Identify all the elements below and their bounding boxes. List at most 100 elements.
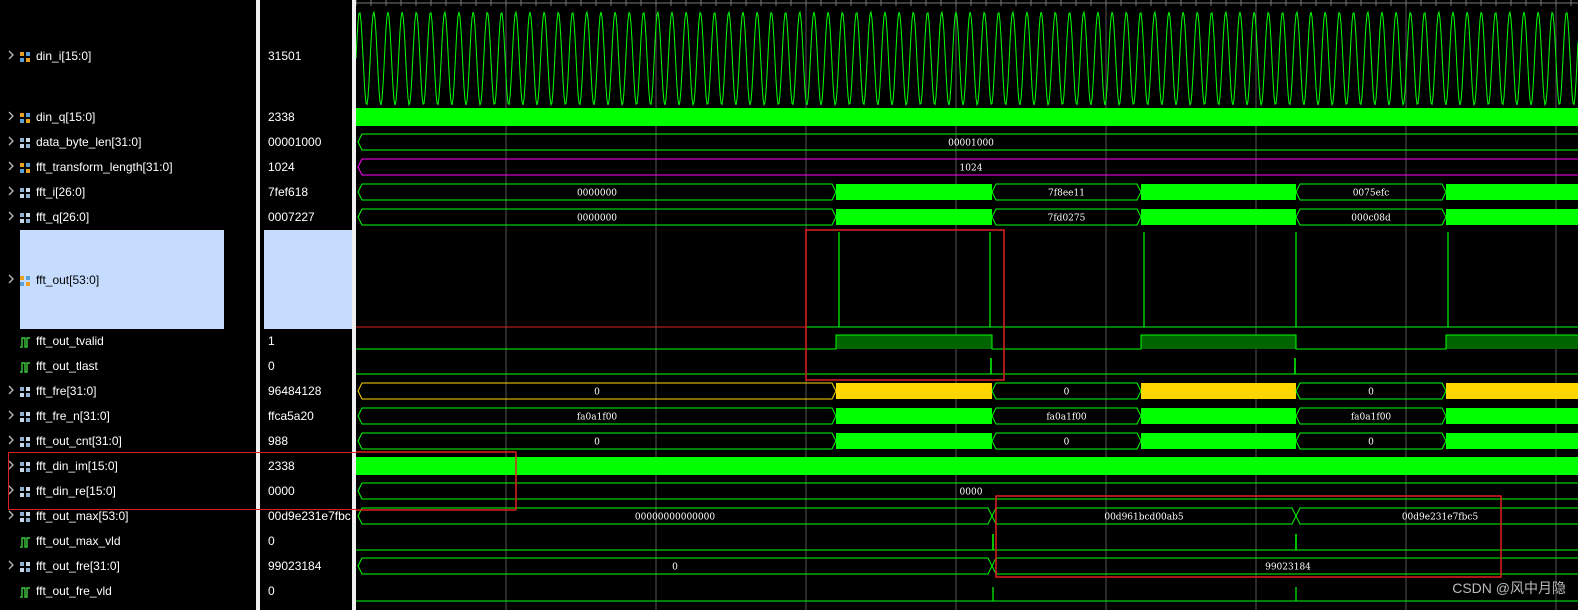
signal-value: 2338 (268, 459, 295, 473)
signal-name: fft_out_tvalid (36, 334, 104, 348)
bus-icon (20, 211, 31, 223)
chevron-right-icon[interactable] (8, 211, 14, 221)
chevron-right-icon[interactable] (8, 274, 14, 284)
analog-bus-icon (20, 274, 31, 286)
bus-fill-segment (356, 457, 1578, 475)
signal-row[interactable]: fft_out_cnt[31:0] (0, 429, 256, 453)
bus-icon (20, 510, 31, 522)
bus-value-label: 0 (594, 388, 600, 398)
signal-row[interactable]: fft_out_max[53:0] (0, 504, 256, 528)
signal-name: fft_out_max_vld (36, 534, 121, 548)
chevron-right-icon[interactable] (8, 186, 14, 196)
signal-row[interactable]: fft_fre_n[31:0] (0, 404, 256, 428)
signal-value: 0007227 (268, 210, 315, 224)
chevron-right-icon[interactable] (8, 510, 14, 520)
high-level-fill (836, 335, 992, 349)
signal-name: fft_out_tlast (36, 359, 98, 373)
bus-fill-segment (356, 108, 1578, 126)
selected-value-highlight (264, 230, 352, 329)
signal-row[interactable]: fft_transform_length[31:0] (0, 155, 256, 179)
bus-value-label: 00000000000000 (635, 513, 715, 523)
signal-value: 1 (268, 334, 275, 348)
bus-fill-segment (1446, 408, 1578, 424)
signal-value: 31501 (268, 49, 302, 63)
signal-value: 00001000 (268, 135, 322, 149)
signal-value: 96484128 (268, 384, 322, 398)
bus-fill-segment (1446, 184, 1578, 200)
bus-fill-segment (1141, 184, 1296, 200)
bus-icon (20, 186, 31, 198)
signal-row[interactable]: fft_out_fre[31:0] (0, 554, 256, 578)
signal-row[interactable]: fft_q[26:0] (0, 205, 256, 229)
chevron-right-icon[interactable] (8, 50, 14, 60)
chevron-right-icon[interactable] (8, 136, 14, 146)
signal-value: ffca5a20 (268, 409, 314, 423)
signal-row[interactable]: fft_out_tlast (0, 354, 256, 378)
signal-row[interactable]: fft_i[26:0] (0, 180, 256, 204)
signal-name: fft_q[26:0] (36, 210, 90, 224)
signal-row[interactable]: fft_din_re[15:0] (0, 479, 256, 503)
bus-value-label: 00d9e231e7fbc5 (1402, 513, 1479, 523)
bus-fill-segment (836, 184, 992, 200)
signal-value: 7fef618 (268, 185, 309, 199)
signal-name: fft_transform_length[31:0] (36, 160, 173, 174)
chevron-right-icon[interactable] (8, 560, 14, 570)
bus-value-label: 0 (1368, 388, 1374, 398)
bus-value-label: 0 (594, 438, 600, 448)
bus-fill-segment (1141, 433, 1296, 449)
signal-value: 00d9e231e7fbc (268, 509, 351, 523)
bus-value-label: 7fd0275 (1048, 214, 1086, 224)
chevron-right-icon[interactable] (8, 410, 14, 420)
bus-value-label: 0075efc (1353, 189, 1390, 199)
bus-fill-segment (1446, 383, 1578, 399)
wire-icon (20, 535, 31, 548)
chevron-right-icon[interactable] (8, 161, 14, 171)
chevron-right-icon[interactable] (8, 485, 14, 495)
signal-value: 988 (268, 434, 289, 448)
analog-bus-icon (20, 111, 31, 123)
signal-value: 1024 (268, 160, 295, 174)
signal-row[interactable]: fft_fre[31:0] (0, 379, 256, 403)
signal-name: din_i[15:0] (36, 49, 92, 63)
signal-row[interactable]: fft_out_tvalid (0, 329, 256, 353)
analog-bus-icon (20, 161, 31, 173)
chevron-right-icon[interactable] (8, 435, 14, 445)
signal-row[interactable]: fft_out[53:0] (0, 268, 256, 292)
bus-icon (20, 485, 31, 497)
waveform-background (356, 0, 1578, 610)
signal-row[interactable]: data_byte_len[31:0] (0, 130, 256, 154)
high-level-fill (1446, 335, 1578, 349)
bus-value-label: 0 (672, 563, 678, 573)
chevron-right-icon[interactable] (8, 460, 14, 470)
signal-row[interactable]: fft_out_fre_vld (0, 579, 256, 603)
bus-fill-segment (1141, 408, 1296, 424)
signal-row[interactable]: din_q[15:0] (0, 105, 256, 129)
bus-fill-segment (1141, 209, 1296, 225)
waveform-canvas[interactable]: 0000100010240000000 7f8ee11 0075efc0000000… (356, 0, 1578, 610)
bus-fill-segment (836, 383, 992, 399)
bus-value-label: fa0a1f00 (577, 413, 618, 423)
bus-value-label: 000c08d (1351, 214, 1391, 224)
signal-value: 0 (268, 359, 275, 373)
wire-icon (20, 335, 31, 348)
bus-icon (20, 136, 31, 148)
bus-fill-segment (836, 408, 992, 424)
chevron-right-icon[interactable] (8, 385, 14, 395)
bus-icon (20, 410, 31, 422)
bus-icon (20, 560, 31, 572)
chevron-right-icon[interactable] (8, 111, 14, 121)
signal-name: data_byte_len[31:0] (36, 135, 142, 149)
signal-row[interactable]: din_i[15:0] (0, 44, 256, 68)
signal-row[interactable]: fft_din_im[15:0] (0, 454, 256, 478)
wire-icon (20, 585, 31, 598)
signal-name: fft_fre[31:0] (36, 384, 97, 398)
bus-fill-segment (836, 433, 992, 449)
bus-value-label: 99023184 (1265, 563, 1311, 573)
signal-value: 99023184 (268, 559, 322, 573)
watermark: CSDN @风中月隐 (1452, 580, 1566, 596)
bus-icon (20, 385, 31, 397)
signal-value: 2338 (268, 110, 295, 124)
signal-row[interactable]: fft_out_max_vld (0, 529, 256, 553)
bus-fill-segment (1446, 433, 1578, 449)
signal-name: fft_din_re[15:0] (36, 484, 116, 498)
